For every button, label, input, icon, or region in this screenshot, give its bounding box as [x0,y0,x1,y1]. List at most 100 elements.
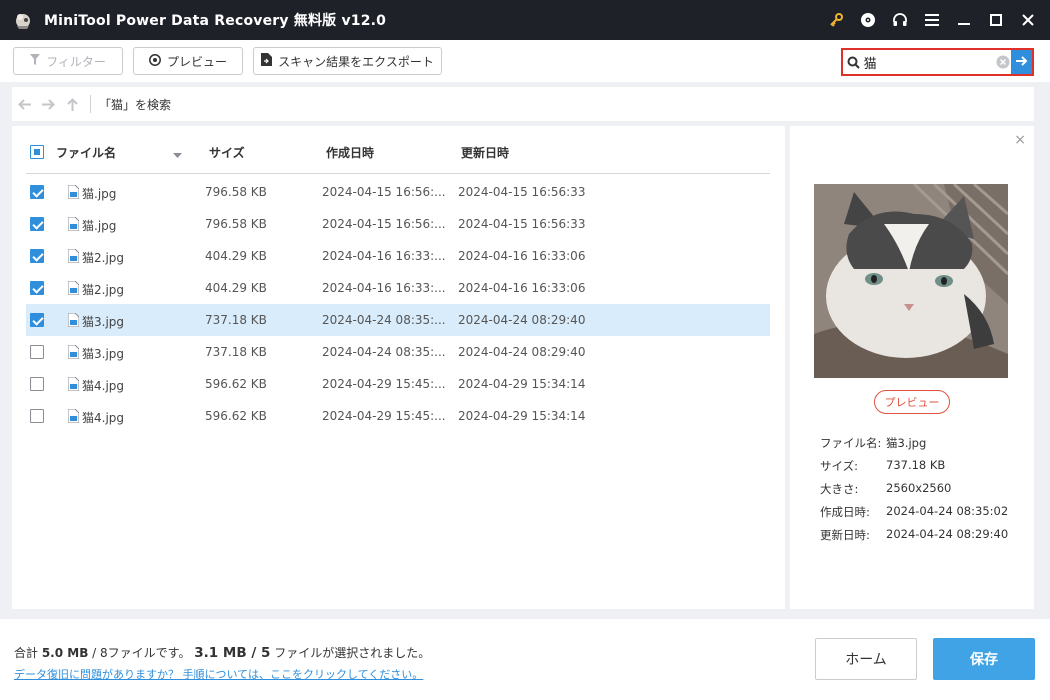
breadcrumb: 「猫」を検索 [99,97,172,112]
file-name: 猫3.jpg [82,315,125,329]
export-label: スキャン結果をエクスポート [278,54,434,69]
back-icon[interactable] [12,87,36,121]
app-title: MiniTool Power Data Recovery 無料版 v12.0 [44,13,387,29]
save-button[interactable]: 保存 [933,638,1035,680]
preview-image-button[interactable]: プレビュー [874,390,950,414]
export-icon [261,53,273,69]
file-created: 2024-04-15 16:56:... [322,185,446,199]
preview-info-label: 作成日時: [820,505,870,519]
select-all-checkbox[interactable] [30,145,44,159]
eye-icon [149,53,161,69]
preview-info-label: サイズ: [820,459,859,473]
search-input[interactable] [863,50,996,74]
help-link[interactable]: データ復旧に問題がありますか？ 手順については、ここをクリックしてください。 [14,666,423,682]
filter-icon [30,54,41,68]
file-icon [67,376,80,392]
file-name: 猫.jpg [82,219,117,233]
disc-icon[interactable] [852,0,884,40]
row-checkbox[interactable] [30,217,44,231]
search-icon [843,56,864,69]
file-modified: 2024-04-16 16:33:06 [458,281,586,295]
table-row[interactable]: 猫4.jpg 596.62 KB 2024-04-29 15:45:... 2024-… [26,400,770,432]
row-checkbox[interactable] [30,185,44,199]
file-modified: 2024-04-24 08:29:40 [458,313,586,327]
file-icon [67,248,80,264]
file-list-panel: ファイル名 サイズ 作成日時 更新日時 猫.jpg 796.58 KB 2024-0… [12,126,785,609]
file-created: 2024-04-24 08:35:... [322,313,446,327]
summary-total-size: 5.0 MB [41,646,89,660]
forward-icon[interactable] [36,87,60,121]
file-size: 404.29 KB [205,249,267,263]
close-icon[interactable] [1012,0,1044,40]
summary-total-files: / 8ファイルです。 [88,646,195,660]
file-created: 2024-04-29 15:45:... [322,409,446,423]
header-divider [26,173,770,174]
maximize-icon[interactable] [980,0,1012,40]
row-checkbox[interactable] [30,409,44,423]
file-icon [67,184,80,200]
column-modified[interactable]: 更新日時 [461,144,509,161]
file-created: 2024-04-16 16:33:... [322,249,446,263]
preview-label: プレビュー [166,54,227,69]
column-name[interactable]: ファイル名 [56,144,116,161]
table-row[interactable]: 猫4.jpg 596.62 KB 2024-04-29 15:45:... 2024-… [26,368,770,400]
preview-image [814,184,1008,378]
preview-info-label: 大きさ: [820,482,859,496]
file-size: 596.62 KB [205,377,267,391]
file-size: 737.18 KB [205,345,267,359]
preview-info-label: ファイル名: [820,436,882,450]
file-name: 猫2.jpg [82,251,125,265]
preview-button[interactable]: プレビュー [133,47,243,75]
summary-prefix: 合計 [14,646,42,660]
footer: 合計 5.0 MB / 8ファイルです。 3.1 MB / 5 ファイルが選択さ… [0,619,1050,700]
table-row[interactable]: 猫2.jpg 404.29 KB 2024-04-16 16:33:... 2024-… [26,272,770,304]
file-created: 2024-04-24 08:35:... [322,345,446,359]
table-row[interactable]: 猫2.jpg 404.29 KB 2024-04-16 16:33:... 2024-… [26,240,770,272]
table-row[interactable]: 猫.jpg 796.58 KB 2024-04-15 16:56:... 2024-0… [26,176,770,208]
file-name: 猫.jpg [82,187,117,201]
table-row[interactable]: 猫3.jpg 737.18 KB 2024-04-24 08:35:... 2024-… [26,304,770,336]
file-icon [67,280,80,296]
row-checkbox[interactable] [30,313,44,327]
row-checkbox[interactable] [30,249,44,263]
preview-info-value: 737.18 KB [886,458,946,472]
export-button[interactable]: スキャン結果をエクスポート [253,47,442,75]
file-modified: 2024-04-29 15:34:14 [458,377,586,391]
summary-suffix: ファイルが選択されました。 [270,646,431,660]
minimize-icon[interactable] [948,0,980,40]
nav-divider [90,95,91,113]
search-go-button[interactable] [1011,50,1032,74]
column-size[interactable]: サイズ [209,144,245,161]
file-size: 737.18 KB [205,313,267,327]
preview-panel: × プレビュー ファイル名: 猫3.jpg サイズ: 737.18 KB 大きさ: 256… [790,126,1034,609]
sort-icon[interactable] [173,147,182,161]
table-row[interactable]: 猫3.jpg 737.18 KB 2024-04-24 08:35:... 2024-… [26,336,770,368]
menu-icon[interactable] [916,0,948,40]
filter-label: フィルター [46,54,106,69]
key-icon[interactable] [820,0,852,40]
list-header: ファイル名 サイズ 作成日時 更新日時 [12,126,785,174]
row-checkbox[interactable] [30,345,44,359]
file-modified: 2024-04-29 15:34:14 [458,409,586,423]
filter-button[interactable]: フィルター [13,47,123,75]
up-icon[interactable] [60,87,84,121]
row-checkbox[interactable] [30,281,44,295]
search-box [841,48,1034,76]
file-created: 2024-04-15 16:56:... [322,217,446,231]
file-name: 猫4.jpg [82,411,125,425]
preview-info-label: 更新日時: [820,528,870,542]
clear-icon[interactable] [996,55,1012,69]
column-created[interactable]: 作成日時 [326,144,374,161]
file-name: 猫3.jpg [82,347,125,361]
home-button[interactable]: ホーム [815,638,917,680]
row-checkbox[interactable] [30,377,44,391]
file-modified: 2024-04-15 16:56:33 [458,217,586,231]
headset-icon[interactable] [884,0,916,40]
file-icon [67,344,80,360]
file-size: 796.58 KB [205,185,267,199]
table-row[interactable]: 猫.jpg 796.58 KB 2024-04-15 16:56:... 2024-0… [26,208,770,240]
title-bar: MiniTool Power Data Recovery 無料版 v12.0 [0,0,1050,40]
preview-close-icon[interactable]: × [1014,132,1026,148]
preview-info-value: 2024-04-24 08:29:40 [886,527,1009,541]
file-created: 2024-04-16 16:33:... [322,281,446,295]
